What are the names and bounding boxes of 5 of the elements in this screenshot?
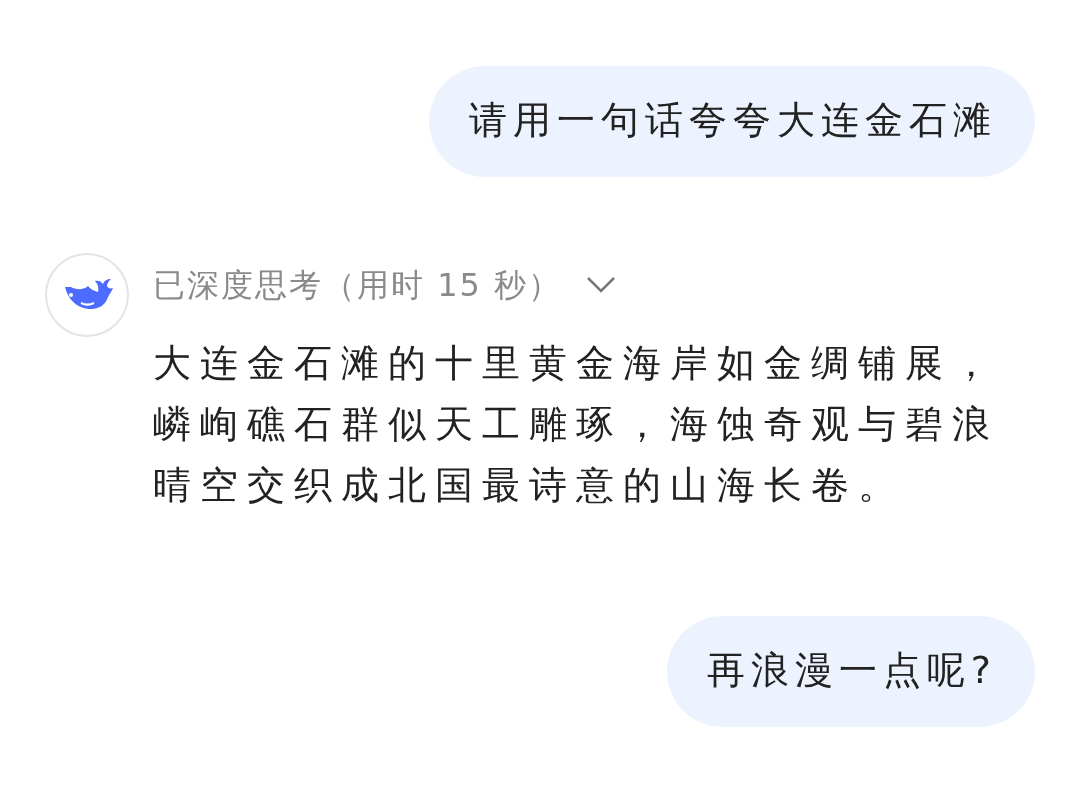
- user-message: 请用一句话夸夸大连金石滩: [429, 66, 1035, 177]
- assistant-message: 大连金石滩的十里黄金海岸如金绸铺展，嶙峋礁石群似天工雕琢，海蚀奇观与碧浪晴空交织成北国最诗意的山海长卷。: [153, 340, 1000, 509]
- user-message: 再浪漫一点呢?: [666, 616, 1035, 727]
- thinking-toggle[interactable]: 已深度思考（用时 15 秒）: [153, 261, 617, 309]
- chevron-icon: [586, 276, 617, 294]
